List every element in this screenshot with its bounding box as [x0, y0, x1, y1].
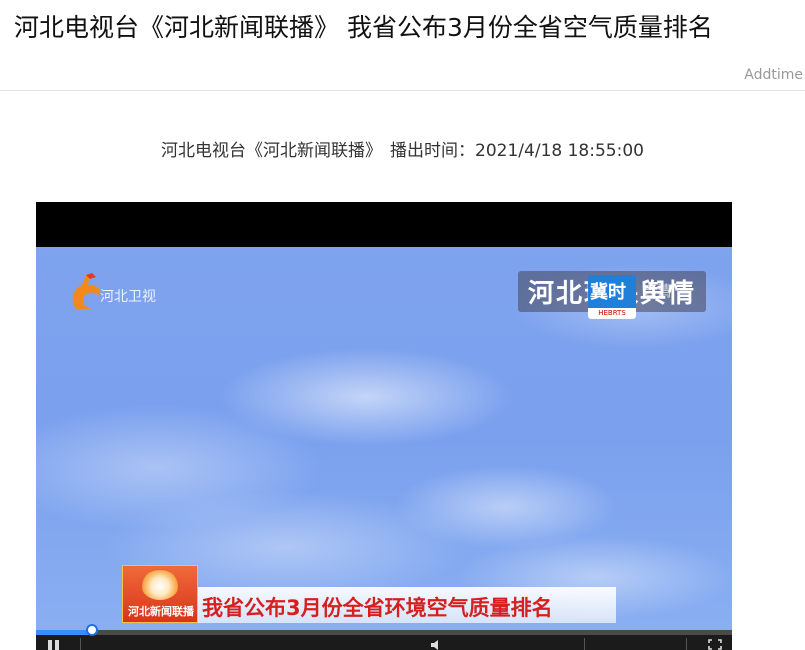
- sun-icon: [141, 570, 179, 600]
- control-separator: [584, 638, 585, 650]
- lower-third: 河北新闻联播 我省公布3月份全省环境空气质量排名: [122, 565, 616, 623]
- broadcast-info: 河北电视台《河北新闻联播》 播出时间：2021/4/18 18:55:00: [0, 136, 805, 161]
- app-badge-glyph: 冀时: [590, 282, 626, 303]
- player-controls: [36, 624, 732, 650]
- headline-bar: 我省公布3月份全省环境空气质量排名: [198, 587, 616, 623]
- divider: [0, 90, 805, 91]
- program-name: 河北电视台《河北新闻联播》: [161, 141, 383, 161]
- control-separator: [80, 638, 81, 650]
- volume-icon[interactable]: [430, 639, 444, 650]
- fullscreen-icon[interactable]: [708, 639, 722, 650]
- video-headline: 我省公布3月份全省环境空气质量排名: [202, 596, 553, 620]
- show-logo: 河北新闻联播: [122, 565, 198, 623]
- progress-knob[interactable]: [85, 624, 98, 636]
- addtime-label: Addtime: [744, 67, 803, 83]
- video-player[interactable]: 河北卫视 河北环保舆情 冀时 HEBRTS 高清 河北新闻联播 我省公布3月份全…: [36, 202, 732, 650]
- hd-label: 高清: [642, 282, 673, 300]
- show-logo-name: 河北新闻联播: [128, 605, 194, 618]
- app-badge: 冀时 HEBRTS: [588, 275, 636, 319]
- article-title: 河北电视台《河北新闻联播》 我省公布3月份全省空气质量排名: [14, 13, 713, 42]
- progress-fill: [36, 630, 92, 635]
- progress-track[interactable]: [36, 630, 732, 635]
- app-badge-sub: HEBRTS: [588, 308, 636, 319]
- broadcast-time-label: 播出时间：: [390, 141, 476, 161]
- control-separator: [686, 638, 687, 650]
- video-frame[interactable]: 河北卫视 河北环保舆情 冀时 HEBRTS 高清 河北新闻联播 我省公布3月份全…: [36, 247, 732, 650]
- channel-logo-label: 河北卫视: [100, 289, 156, 305]
- play-pause-icon[interactable]: [46, 639, 64, 650]
- channel-logo: 河北卫视: [66, 271, 196, 317]
- broadcast-time-value: 2021/4/18 18:55:00: [475, 141, 644, 161]
